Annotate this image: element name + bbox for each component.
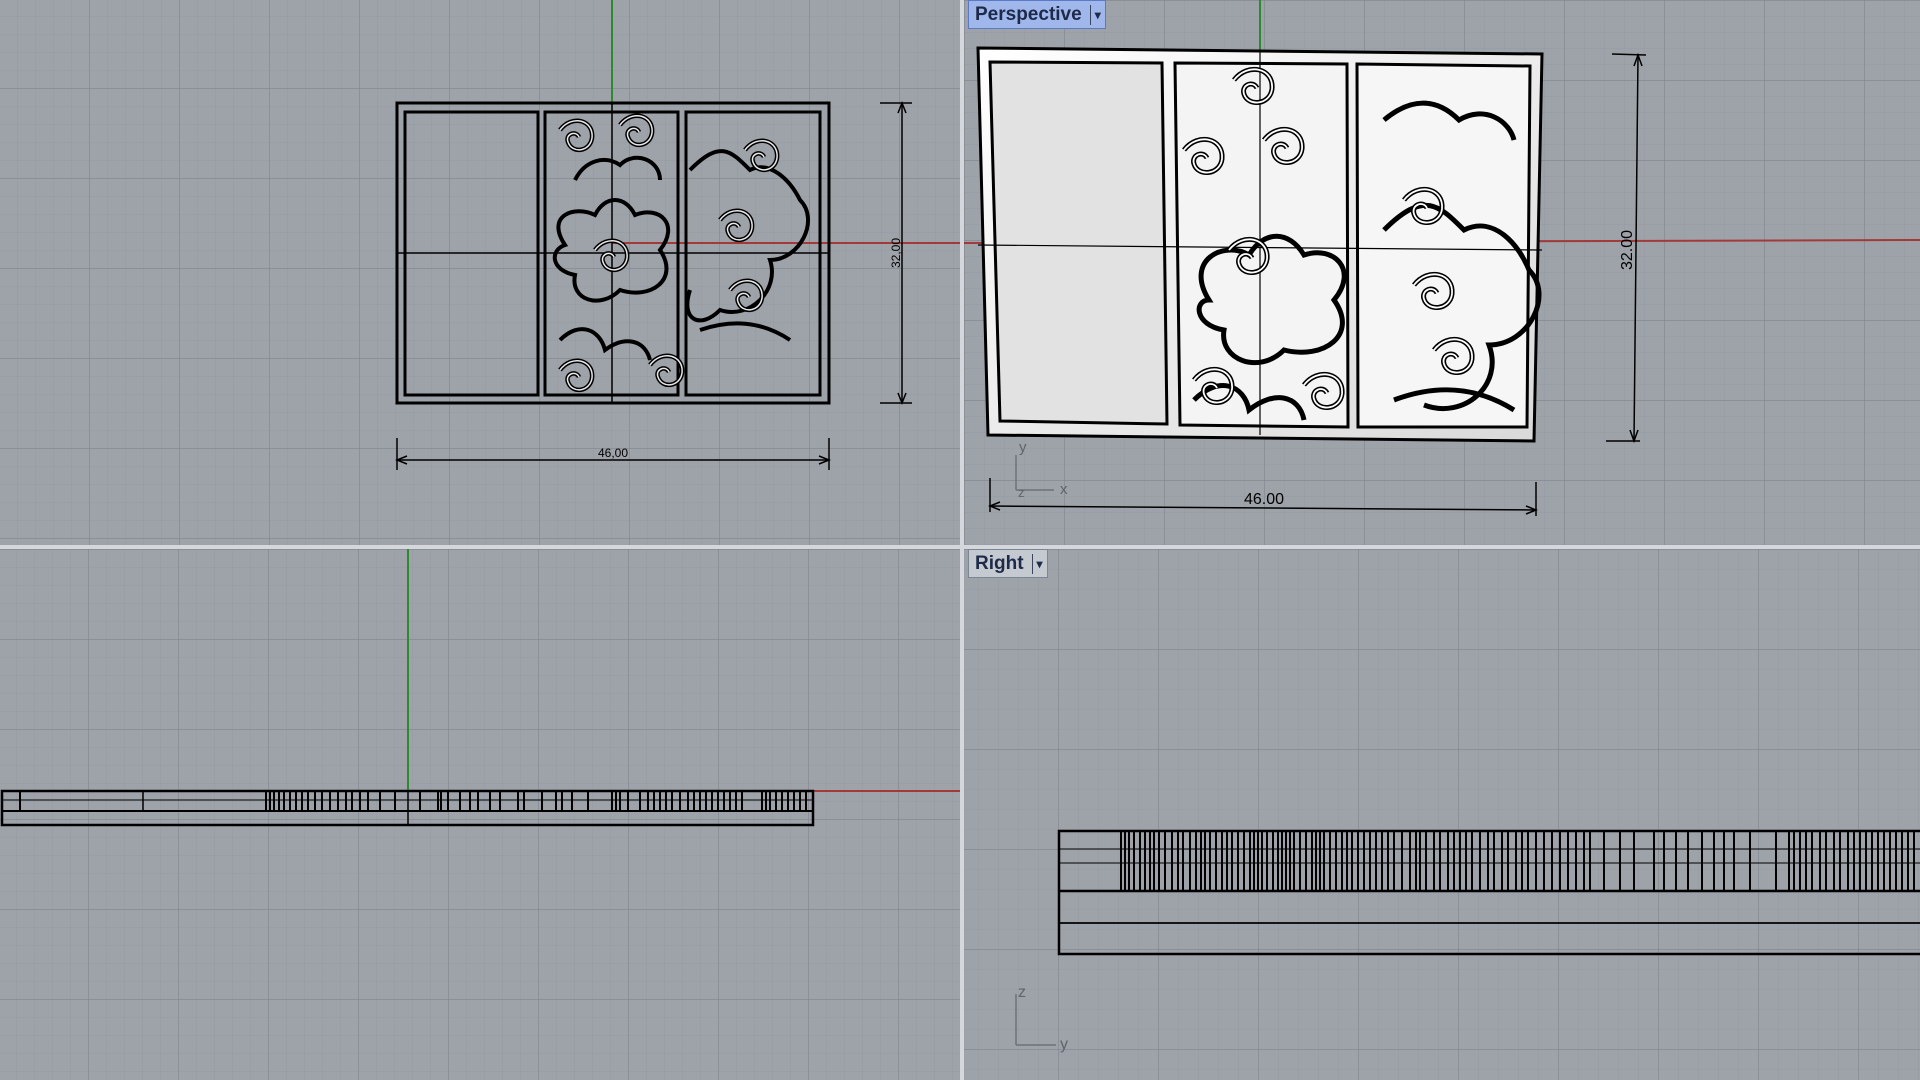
viewport-splitter-horizontal[interactable] <box>0 545 1920 549</box>
axis-label-y: y <box>1019 439 1027 456</box>
viewport-front[interactable] <box>0 549 960 1080</box>
viewport-perspective-canvas[interactable]: 32.00 46.00 y x z <box>964 0 1920 545</box>
viewport-right-canvas[interactable]: z y <box>964 549 1920 1080</box>
dimension-width-text: 46.00 <box>1244 491 1284 508</box>
viewport-right[interactable]: z y Right ▾ <box>964 549 1920 1080</box>
dimension-width-text: 46,00 <box>598 446 628 460</box>
axis-label-z: z <box>1018 984 1026 1001</box>
dimension-height-text: 32.00 <box>1619 230 1636 270</box>
viewport-label: Right <box>975 552 1024 574</box>
axis-label-y: y <box>1060 1036 1068 1053</box>
panel-geometry-perspective[interactable] <box>976 46 1544 443</box>
tab-right[interactable]: Right ▾ <box>968 549 1048 578</box>
viewport-top-canvas[interactable]: 32,00 46,00 <box>0 0 960 545</box>
viewport-label: Perspective <box>975 3 1082 25</box>
chevron-down-icon[interactable]: ▾ <box>1089 4 1101 25</box>
dimension-height-text: 32,00 <box>889 238 903 268</box>
chevron-down-icon[interactable]: ▾ <box>1031 553 1043 574</box>
axis-label-z: z <box>1018 485 1025 500</box>
tab-perspective[interactable]: Perspective ▾ <box>968 0 1106 29</box>
axis-label-x: x <box>1060 481 1068 498</box>
viewport-perspective[interactable]: 32.00 46.00 y x z Perspective ▾ <box>964 0 1920 545</box>
viewport-front-canvas[interactable] <box>0 549 960 1080</box>
viewport-top[interactable]: 32,00 46,00 <box>0 0 960 545</box>
viewport-splitter-vertical[interactable] <box>960 0 964 1080</box>
